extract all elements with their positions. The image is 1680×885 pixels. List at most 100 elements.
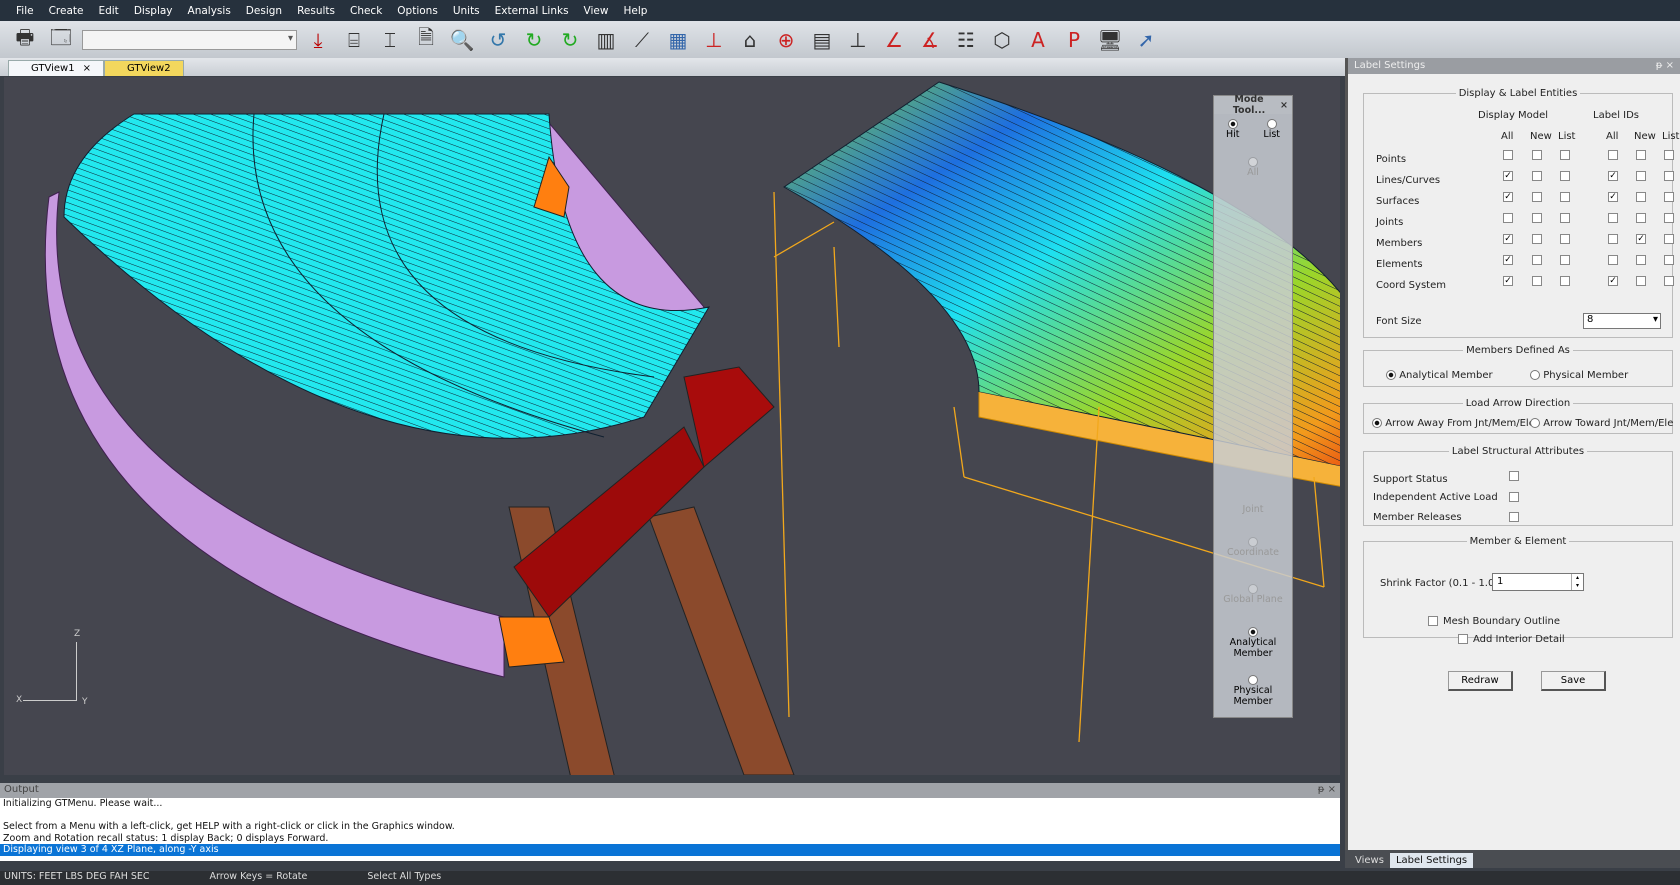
- panel-icon[interactable]: ▤: [807, 25, 837, 55]
- coordinate-radio[interactable]: Coordinate: [1214, 536, 1292, 558]
- checkbox-lines-curves-2[interactable]: [1560, 171, 1570, 181]
- checkbox-elements-3[interactable]: [1608, 255, 1618, 265]
- checkbox-surfaces-3[interactable]: ✓: [1608, 192, 1618, 202]
- all-radio[interactable]: All: [1214, 156, 1292, 178]
- checklist-icon[interactable]: ☷: [951, 25, 981, 55]
- tab-gtview2[interactable]: GTView2: [103, 60, 184, 76]
- house-icon[interactable]: ⌂: [735, 25, 765, 55]
- checkbox-joints-1[interactable]: [1532, 213, 1542, 223]
- physical-member-radio[interactable]: Physical Member: [1530, 370, 1628, 381]
- shrink-factor-input[interactable]: 1 ▴ ▾: [1492, 573, 1584, 591]
- checkbox-surfaces-2[interactable]: [1560, 192, 1570, 202]
- list-radio[interactable]: List: [1263, 118, 1280, 140]
- checkbox-coord-system-3[interactable]: ✓: [1608, 276, 1618, 286]
- checkbox-elements-2[interactable]: [1560, 255, 1570, 265]
- checkbox-points-1[interactable]: [1532, 150, 1542, 160]
- text-p-icon[interactable]: P: [1059, 25, 1089, 55]
- hit-radio[interactable]: Hit: [1226, 118, 1239, 140]
- refresh-3d-icon[interactable]: ↻: [555, 25, 585, 55]
- menu-view[interactable]: View: [584, 5, 609, 17]
- chart-icon[interactable]: ▥: [591, 25, 621, 55]
- globe-icon[interactable]: ⊕: [771, 25, 801, 55]
- dimension-icon[interactable]: ⌶: [375, 25, 405, 55]
- arrow-away-radio[interactable]: Arrow Away From Jnt/Mem/Ele: [1372, 418, 1535, 429]
- menu-analysis[interactable]: Analysis: [188, 5, 231, 17]
- text-a-icon[interactable]: A: [1023, 25, 1053, 55]
- close-icon[interactable]: ×: [1280, 100, 1288, 111]
- select-cursor-icon[interactable]: ➚: [1131, 25, 1161, 55]
- checkbox-points-4[interactable]: [1636, 150, 1646, 160]
- menu-help[interactable]: Help: [623, 5, 647, 17]
- frame-icon[interactable]: ⌸: [339, 25, 369, 55]
- checkbox-joints-5[interactable]: [1664, 213, 1674, 223]
- mesh-icon[interactable]: ⬡: [987, 25, 1017, 55]
- checkbox-points-3[interactable]: [1608, 150, 1618, 160]
- zoom-icon[interactable]: 🔍: [447, 25, 477, 55]
- refresh-view-icon[interactable]: ↻: [519, 25, 549, 55]
- close-icon[interactable]: ×: [83, 63, 91, 74]
- analytical-member-radio[interactable]: Analytical Member: [1214, 626, 1292, 659]
- checkbox-lines-curves-4[interactable]: [1636, 171, 1646, 181]
- menu-results[interactable]: Results: [297, 5, 335, 17]
- checkbox-surfaces-5[interactable]: [1664, 192, 1674, 202]
- checkbox-joints-3[interactable]: [1608, 213, 1618, 223]
- mesh-boundary-checkbox[interactable]: [1428, 616, 1438, 626]
- analytical-member-radio[interactable]: Analytical Member: [1386, 370, 1493, 381]
- undo-rotate-icon[interactable]: ↺: [483, 25, 513, 55]
- checkbox-coord-system-4[interactable]: [1636, 276, 1646, 286]
- axis-icon[interactable]: ⊥: [699, 25, 729, 55]
- checkbox-points-5[interactable]: [1664, 150, 1674, 160]
- menu-edit[interactable]: Edit: [98, 5, 118, 17]
- checkbox-elements-0[interactable]: ✓: [1503, 255, 1513, 265]
- menu-check[interactable]: Check: [350, 5, 382, 17]
- checkbox-coord-system-0[interactable]: ✓: [1503, 276, 1513, 286]
- independent-load-checkbox[interactable]: [1509, 492, 1519, 502]
- checkbox-joints-2[interactable]: [1560, 213, 1570, 223]
- load-icon[interactable]: ⟋: [627, 25, 657, 55]
- checkbox-elements-1[interactable]: [1532, 255, 1542, 265]
- checkbox-coord-system-5[interactable]: [1664, 276, 1674, 286]
- table-icon[interactable]: ▦: [663, 25, 693, 55]
- checkbox-members-1[interactable]: [1532, 234, 1542, 244]
- menu-display[interactable]: Display: [134, 5, 173, 17]
- arrow-toward-radio[interactable]: Arrow Toward Jnt/Mem/Ele: [1530, 418, 1673, 429]
- checkbox-points-2[interactable]: [1560, 150, 1570, 160]
- checkbox-lines-curves-5[interactable]: [1664, 171, 1674, 181]
- close-icon[interactable]: ×: [1666, 60, 1674, 71]
- checkbox-members-0[interactable]: ✓: [1503, 234, 1513, 244]
- download-icon[interactable]: ⤓: [303, 25, 333, 55]
- support-status-checkbox[interactable]: [1509, 471, 1519, 481]
- checkbox-members-5[interactable]: [1664, 234, 1674, 244]
- menu-external-links[interactable]: External Links: [495, 5, 569, 17]
- checkbox-surfaces-4[interactable]: [1636, 192, 1646, 202]
- checkbox-points-0[interactable]: [1503, 150, 1513, 160]
- monitor-icon[interactable]: 🖥: [1095, 25, 1125, 55]
- graphics-viewport[interactable]: Z X Y: [4, 77, 1340, 775]
- physical-member-radio[interactable]: Physical Member: [1214, 674, 1292, 707]
- checkbox-coord-system-1[interactable]: [1532, 276, 1542, 286]
- font-size-select[interactable]: 8 ▾: [1583, 313, 1661, 329]
- checkbox-joints-0[interactable]: [1503, 213, 1513, 223]
- interior-detail-checkbox[interactable]: [1458, 634, 1468, 644]
- checkbox-elements-5[interactable]: [1664, 255, 1674, 265]
- checkbox-surfaces-0[interactable]: ✓: [1503, 192, 1513, 202]
- save-button[interactable]: Save: [1541, 671, 1606, 691]
- checkbox-lines-curves-0[interactable]: ✓: [1503, 171, 1513, 181]
- menu-design[interactable]: Design: [246, 5, 282, 17]
- support-icon[interactable]: ⊥: [843, 25, 873, 55]
- tab-views[interactable]: Views: [1349, 853, 1390, 868]
- angle-play-icon[interactable]: ∡: [915, 25, 945, 55]
- menu-units[interactable]: Units: [453, 5, 480, 17]
- checkbox-lines-curves-1[interactable]: [1532, 171, 1542, 181]
- document-settings-icon[interactable]: 🗎: [411, 25, 441, 55]
- checkbox-members-3[interactable]: [1608, 234, 1618, 244]
- tab-gtview1[interactable]: GTView1 ×: [8, 60, 104, 76]
- global-plane-radio[interactable]: Global Plane: [1214, 583, 1292, 605]
- menu-create[interactable]: Create: [49, 5, 84, 17]
- toolbar-combo[interactable]: [82, 29, 297, 50]
- close-icon[interactable]: ᵽ ×: [1318, 784, 1336, 797]
- angle-icon[interactable]: ∠: [879, 25, 909, 55]
- spinner-icon[interactable]: ▴ ▾: [1571, 574, 1583, 590]
- member-releases-checkbox[interactable]: [1509, 512, 1519, 522]
- redraw-button[interactable]: Redraw: [1448, 671, 1513, 691]
